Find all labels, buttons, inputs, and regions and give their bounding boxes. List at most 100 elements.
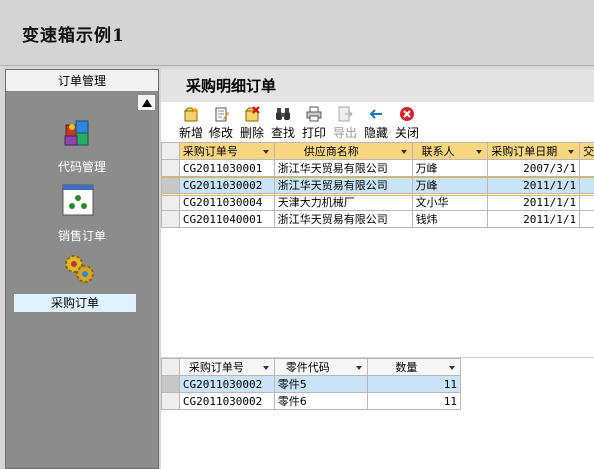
main-header: 采购明细订单 bbox=[161, 69, 594, 102]
cell-quantity[interactable]: 11 bbox=[367, 392, 461, 410]
cell-order-no[interactable]: CG2011030002 bbox=[178, 392, 275, 410]
active-row-highlight bbox=[161, 177, 594, 178]
sidebar-item-code-management[interactable]: 代码管理 bbox=[6, 114, 158, 174]
orders-select-all[interactable] bbox=[161, 142, 180, 160]
cell-supplier[interactable]: 天津大力机械厂 bbox=[273, 193, 413, 211]
main-panel: 采购明细订单 新增 修改 删除 查找 打印 导出 隐藏 关闭 采购订单号 供应商… bbox=[161, 69, 594, 469]
column-header-quantity[interactable]: 数量 bbox=[367, 358, 461, 376]
cell-quantity[interactable]: 11 bbox=[367, 375, 461, 393]
cell-contact[interactable]: 万峰 bbox=[411, 176, 489, 194]
row-selector[interactable] bbox=[161, 159, 180, 177]
cell-part-code[interactable]: 零件6 bbox=[273, 392, 369, 410]
title-bar: 变速箱示例1 bbox=[0, 0, 594, 66]
close-icon bbox=[400, 107, 414, 121]
table-row[interactable]: CG2011030001 浙江华天贸易有限公司 万峰 2007/3/1 bbox=[161, 159, 594, 177]
cell-contact[interactable]: 文小华 bbox=[411, 193, 489, 211]
sidebar-item-purchase-order[interactable]: 采购订单 bbox=[6, 252, 158, 314]
export-icon bbox=[338, 106, 353, 122]
toolbar: 新增 修改 删除 查找 打印 导出 隐藏 关闭 bbox=[161, 102, 594, 142]
orders-grid[interactable]: 采购订单号 供应商名称 联系人 采购订单日期 交 CG2011030001 浙江… bbox=[161, 142, 594, 357]
column-header-label: 交 bbox=[583, 145, 594, 158]
page-title: 采购明细订单 bbox=[186, 77, 277, 95]
cell-delivery[interactable] bbox=[579, 193, 594, 211]
sidebar: 订单管理 代码管理 销售订单 采购订单 bbox=[5, 69, 159, 469]
table-row[interactable]: CG2011040001 浙江华天贸易有限公司 钱炜 2011/1/1 bbox=[161, 210, 594, 228]
row-selector[interactable] bbox=[161, 392, 180, 410]
cell-order-date[interactable]: 2011/1/1 bbox=[487, 176, 581, 194]
orders-header-row: 采购订单号 供应商名称 联系人 采购订单日期 交 bbox=[161, 142, 594, 160]
dropdown-arrow-icon[interactable] bbox=[262, 150, 269, 154]
column-header-label: 供应商名称 bbox=[303, 145, 359, 158]
dropdown-arrow-icon[interactable] bbox=[262, 366, 269, 370]
cell-order-date[interactable]: 2011/1/1 bbox=[487, 193, 581, 211]
column-header-label: 采购订单号 bbox=[188, 361, 244, 374]
column-header-label: 采购订单号 bbox=[182, 145, 238, 158]
column-header-order-no[interactable]: 采购订单号 bbox=[178, 358, 275, 376]
sidebar-item-label: 代码管理 bbox=[57, 160, 106, 174]
cell-contact[interactable]: 钱炜 bbox=[411, 210, 489, 228]
details-select-all[interactable] bbox=[161, 358, 180, 376]
column-header-supplier[interactable]: 供应商名称 bbox=[273, 142, 413, 160]
column-header-order-date[interactable]: 采购订单日期 bbox=[487, 142, 581, 160]
table-row[interactable]: CG2011030002 零件6 11 bbox=[161, 392, 461, 410]
cell-delivery[interactable] bbox=[579, 176, 594, 194]
cell-order-no[interactable]: CG2011040001 bbox=[178, 210, 275, 228]
triangle-up-icon bbox=[142, 99, 152, 107]
column-header-part-code[interactable]: 零件代码 bbox=[273, 358, 369, 376]
table-row[interactable]: CG2011030002 浙江华天贸易有限公司 万峰 2011/1/1 bbox=[161, 176, 594, 194]
find-binoculars-icon bbox=[276, 108, 290, 120]
cell-order-date[interactable]: 2007/3/1 bbox=[487, 159, 581, 177]
details-table: 采购订单号 零件代码 数量 CG2011030002 零件5 11 CG2011… bbox=[161, 358, 461, 410]
cell-supplier[interactable]: 浙江华天贸易有限公司 bbox=[273, 176, 413, 194]
hide-arrow-icon bbox=[369, 109, 382, 119]
sidebar-item-label: 销售订单 bbox=[57, 229, 106, 243]
column-header-contact[interactable]: 联系人 bbox=[411, 142, 489, 160]
dropdown-arrow-icon[interactable] bbox=[568, 150, 575, 154]
table-row[interactable]: CG2011030002 零件5 11 bbox=[161, 375, 461, 393]
purchase-order-icon bbox=[65, 255, 94, 283]
cell-order-no[interactable]: CG2011030001 bbox=[178, 159, 275, 177]
cell-part-code[interactable]: 零件5 bbox=[273, 375, 369, 393]
column-header-label: 联系人 bbox=[421, 145, 455, 158]
row-selector[interactable] bbox=[161, 193, 180, 211]
print-icon bbox=[306, 106, 322, 122]
column-header-delivery[interactable]: 交 bbox=[579, 142, 594, 160]
row-selector[interactable] bbox=[161, 176, 180, 194]
dropdown-arrow-icon[interactable] bbox=[449, 366, 455, 370]
dropdown-arrow-icon[interactable] bbox=[476, 150, 483, 154]
row-selector[interactable] bbox=[161, 210, 180, 228]
column-header-label: 零件代码 bbox=[285, 361, 330, 374]
close-button-label: 关闭 bbox=[394, 126, 419, 140]
sales-order-icon bbox=[62, 184, 94, 216]
sidebar-scroll-up-button[interactable] bbox=[137, 94, 156, 111]
cell-supplier[interactable]: 浙江华天贸易有限公司 bbox=[273, 210, 413, 228]
close-button[interactable]: 关闭 bbox=[391, 104, 423, 140]
cell-contact[interactable]: 万峰 bbox=[411, 159, 489, 177]
cell-order-no[interactable]: CG2011030004 bbox=[178, 193, 275, 211]
code-management-icon bbox=[64, 120, 89, 146]
cell-delivery[interactable] bbox=[579, 159, 594, 177]
cell-supplier[interactable]: 浙江华天贸易有限公司 bbox=[273, 159, 413, 177]
table-row[interactable]: CG2011030004 天津大力机械厂 文小华 2011/1/1 bbox=[161, 193, 594, 211]
active-row-highlight bbox=[161, 195, 594, 196]
sidebar-item-label: 采购订单 bbox=[14, 294, 136, 312]
cell-delivery[interactable] bbox=[579, 210, 594, 228]
cell-order-no[interactable]: CG2011030002 bbox=[178, 375, 275, 393]
sidebar-item-sales-order[interactable]: 销售订单 bbox=[6, 184, 158, 244]
dropdown-arrow-icon[interactable] bbox=[356, 366, 363, 370]
row-selector[interactable] bbox=[161, 375, 180, 393]
column-header-order-no[interactable]: 采购订单号 bbox=[178, 142, 275, 160]
details-header-row: 采购订单号 零件代码 数量 bbox=[161, 358, 461, 376]
cell-order-no[interactable]: CG2011030002 bbox=[178, 176, 275, 194]
column-header-label: 采购订单日期 bbox=[491, 145, 558, 158]
column-header-label: 数量 bbox=[395, 361, 418, 374]
new-icon bbox=[183, 107, 198, 122]
edit-icon bbox=[215, 107, 229, 122]
sidebar-header: 订单管理 bbox=[6, 70, 158, 92]
delete-icon bbox=[244, 106, 260, 122]
details-grid[interactable]: 采购订单号 零件代码 数量 CG2011030002 零件5 11 CG2011… bbox=[161, 357, 594, 469]
dropdown-arrow-icon[interactable] bbox=[400, 150, 407, 154]
cell-order-date[interactable]: 2011/1/1 bbox=[487, 210, 581, 228]
app-title: 变速箱示例1 bbox=[22, 26, 125, 46]
orders-table: 采购订单号 供应商名称 联系人 采购订单日期 交 CG2011030001 浙江… bbox=[161, 142, 594, 228]
